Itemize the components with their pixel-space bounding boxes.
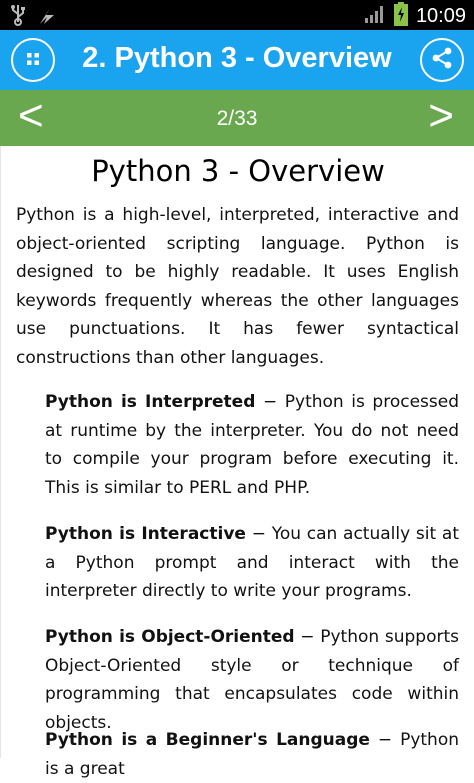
share-button[interactable]: [420, 38, 464, 82]
intro-paragraph: Python is a high-level, interpreted, int…: [16, 205, 459, 368]
list-item: Python is a Beginner's Language − Python…: [45, 726, 459, 783]
status-bar: 10:09: [0, 0, 474, 30]
clock-time: 10:09: [415, 4, 466, 27]
list-item-term: Python is Object-Oriented: [45, 627, 295, 647]
battery-charging-icon: [393, 2, 408, 30]
list-item: Python is Interactive − You can actually…: [45, 520, 459, 606]
page-title: 2. Python 3 - Overview: [82, 42, 392, 74]
list-item-term: Python is a Beginner's Language: [45, 730, 370, 750]
list-item-term: Python is Interactive: [45, 524, 246, 544]
signal-icon: [364, 4, 386, 28]
next-page-button[interactable]: >: [428, 92, 454, 140]
flash-icon: [36, 4, 58, 30]
app-bar: 2. Python 3 - Overview: [0, 30, 474, 90]
article-content: Python 3 - Overview Python is a high-lev…: [0, 146, 474, 779]
page-counter: 2/33: [216, 107, 258, 130]
article-heading: Python 3 - Overview: [91, 154, 385, 188]
list-item: Python is Interpreted − Python is proces…: [45, 388, 459, 502]
share-icon: [430, 46, 454, 74]
chapter-navigation: < 2/33 >: [0, 90, 474, 146]
list-item-term: Python is Interpreted: [45, 392, 256, 412]
usb-icon: [10, 4, 26, 30]
list-item: Python is Object-Oriented − Python suppo…: [45, 623, 459, 737]
